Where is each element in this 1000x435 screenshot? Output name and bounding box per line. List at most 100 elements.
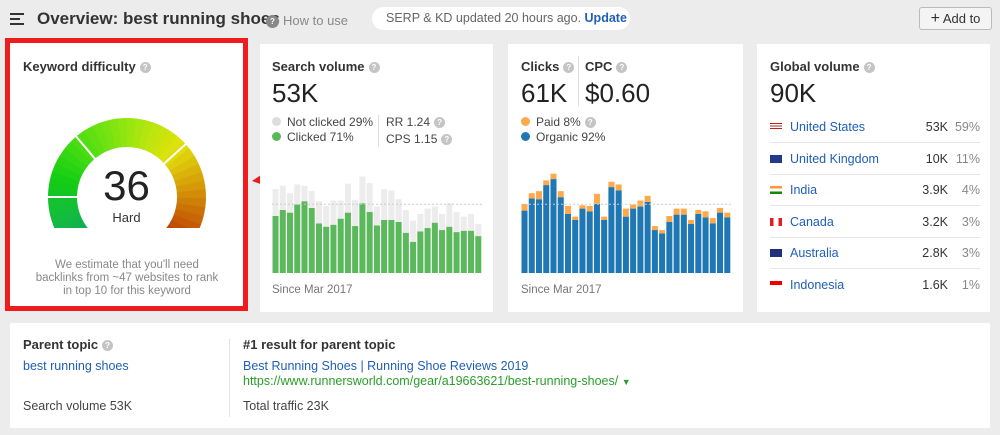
bar-organic[interactable] <box>550 179 557 273</box>
bar-not-clicked[interactable] <box>294 184 301 205</box>
top-result-url[interactable]: https://www.runnersworld.com/gear/a19663… <box>243 374 631 388</box>
country-link[interactable]: India <box>790 183 898 197</box>
bar-paid[interactable] <box>550 173 557 180</box>
bar-clicked[interactable] <box>424 228 431 273</box>
bar-not-clicked[interactable] <box>272 189 279 216</box>
bar-organic[interactable] <box>622 216 629 273</box>
bar-not-clicked[interactable] <box>395 199 402 223</box>
bar-organic[interactable] <box>702 217 709 273</box>
bar-not-clicked[interactable] <box>410 220 417 242</box>
bar-not-clicked[interactable] <box>301 185 308 202</box>
bar-organic[interactable] <box>630 208 637 273</box>
bar-clicked[interactable] <box>475 236 482 273</box>
bar-clicked[interactable] <box>323 226 330 273</box>
bar-organic[interactable] <box>535 199 543 273</box>
bar-not-clicked[interactable] <box>366 183 373 212</box>
bar-organic[interactable] <box>717 212 724 273</box>
bar-organic[interactable] <box>644 201 651 273</box>
bar-organic[interactable] <box>579 208 586 273</box>
bar-clicked[interactable] <box>279 209 286 273</box>
bar-paid[interactable] <box>528 193 535 199</box>
bar-not-clicked[interactable] <box>446 203 453 227</box>
bar-paid[interactable] <box>543 180 550 186</box>
bar-organic[interactable] <box>673 214 680 273</box>
bar-clicked[interactable] <box>272 215 279 273</box>
bar-organic[interactable] <box>521 210 528 273</box>
bar-not-clicked[interactable] <box>424 208 431 229</box>
bar-not-clicked[interactable] <box>279 185 286 210</box>
bar-not-clicked[interactable] <box>402 209 409 233</box>
bar-not-clicked[interactable] <box>475 224 482 237</box>
bar-not-clicked[interactable] <box>344 183 351 213</box>
bar-organic[interactable] <box>601 219 608 273</box>
bar-paid[interactable] <box>695 209 702 214</box>
bar-clicked[interactable] <box>381 219 388 273</box>
add-to-button[interactable]: + Add to <box>919 7 992 30</box>
bar-clicked[interactable] <box>395 222 402 273</box>
help-icon[interactable]: ? <box>863 62 875 73</box>
bar-clicked[interactable] <box>366 211 373 273</box>
bar-paid[interactable] <box>579 205 586 209</box>
bar-paid[interactable] <box>673 208 680 215</box>
bar-clicked[interactable] <box>417 231 424 273</box>
country-link[interactable]: Australia <box>790 246 898 260</box>
bar-paid[interactable] <box>586 205 593 212</box>
bar-organic[interactable] <box>564 213 571 273</box>
bar-organic[interactable] <box>615 190 622 273</box>
bar-paid[interactable] <box>651 226 658 231</box>
bar-organic[interactable] <box>724 217 731 273</box>
bar-clicked[interactable] <box>337 218 344 273</box>
bar-paid[interactable] <box>630 204 637 209</box>
country-link[interactable]: Canada <box>790 215 898 229</box>
help-icon[interactable]: ? <box>102 340 114 351</box>
bar-not-clicked[interactable] <box>468 213 475 231</box>
bar-clicked[interactable] <box>373 225 380 273</box>
bar-organic[interactable] <box>688 224 695 273</box>
bar-clicked[interactable] <box>315 223 322 273</box>
bar-clicked[interactable] <box>388 219 395 273</box>
bar-clicked[interactable] <box>410 241 417 273</box>
bar-clicked[interactable] <box>453 232 460 273</box>
bar-paid[interactable] <box>608 181 615 188</box>
bar-paid[interactable] <box>622 208 629 217</box>
help-icon[interactable]: ? <box>563 62 575 73</box>
bar-not-clicked[interactable] <box>359 176 366 204</box>
country-link[interactable]: United Kingdom <box>790 152 898 166</box>
bar-clicked[interactable] <box>446 226 453 273</box>
dropdown-caret-icon[interactable]: ▼ <box>622 377 631 387</box>
help-icon[interactable]: ? <box>139 62 151 73</box>
bar-paid[interactable] <box>659 230 666 234</box>
bar-clicked[interactable] <box>439 230 446 273</box>
bar-not-clicked[interactable] <box>373 206 380 226</box>
help-icon[interactable]: ? <box>434 117 446 128</box>
how-to-use-link[interactable]: ? How to use <box>266 13 348 28</box>
bar-clicked[interactable] <box>359 203 366 273</box>
bar-paid[interactable] <box>680 208 687 215</box>
bar-paid[interactable] <box>521 203 528 211</box>
bar-paid[interactable] <box>709 217 716 224</box>
bar-not-clicked[interactable] <box>439 213 446 231</box>
bar-paid[interactable] <box>557 191 564 198</box>
help-icon[interactable]: ? <box>616 62 628 73</box>
top-result-link[interactable]: Best Running Shoes | Running Shoe Review… <box>243 359 528 373</box>
country-link[interactable]: United States <box>790 120 898 134</box>
bar-paid[interactable] <box>637 200 644 207</box>
bar-not-clicked[interactable] <box>337 200 344 219</box>
bar-organic[interactable] <box>572 219 579 273</box>
bar-organic[interactable] <box>543 185 550 273</box>
bar-clicked[interactable] <box>352 226 359 273</box>
country-link[interactable]: Indonesia <box>790 278 898 292</box>
bar-clicked[interactable] <box>286 212 294 273</box>
bar-paid[interactable] <box>572 216 579 220</box>
bar-paid[interactable] <box>593 193 600 204</box>
bar-organic[interactable] <box>666 222 673 273</box>
bar-not-clicked[interactable] <box>323 205 330 227</box>
bar-paid[interactable] <box>688 219 695 225</box>
bar-paid[interactable] <box>666 215 673 223</box>
bar-organic[interactable] <box>557 197 564 273</box>
bar-organic[interactable] <box>709 223 716 273</box>
parent-topic-link[interactable]: best running shoes <box>23 359 129 373</box>
bar-paid[interactable] <box>702 211 709 218</box>
bar-organic[interactable] <box>528 198 535 273</box>
bar-not-clicked[interactable] <box>453 211 460 233</box>
